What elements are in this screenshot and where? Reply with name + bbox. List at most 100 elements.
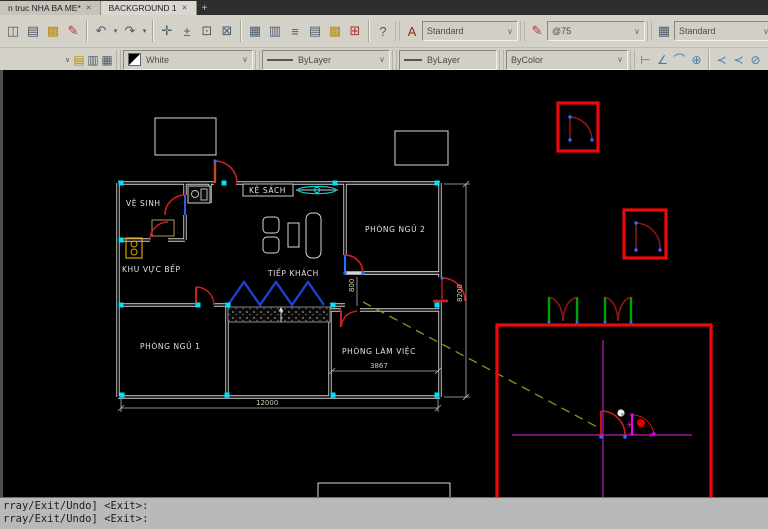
layer-isolate-icon[interactable]: ▦ — [100, 49, 114, 71]
undo-icon[interactable]: ↶ — [91, 20, 111, 42]
table-icon[interactable]: ▦ — [245, 20, 265, 42]
markup-icon[interactable]: ▤ — [305, 20, 325, 42]
room-label-phong-ngu-2: PHÒNG NGỦ 2 — [365, 224, 426, 234]
color-swatch — [128, 53, 141, 66]
zoom-previous-icon[interactable]: ⊠ — [217, 20, 237, 42]
text-style-combo[interactable]: Standard ∨ — [422, 21, 518, 41]
redo-icon[interactable]: ↷ — [120, 20, 140, 42]
dim-edit-icon[interactable]: ≺ — [713, 50, 730, 70]
room-label-phong-ngu-1: PHÒNG NGỦ 1 — [140, 341, 201, 351]
drawing-canvas[interactable]: KỆ SÁCH — [0, 70, 768, 497]
redo-dropdown-icon[interactable]: ▾ — [140, 27, 149, 35]
toolbar-grip[interactable] — [499, 50, 504, 70]
dim-text-8200: 8200 — [456, 284, 464, 302]
paste-icon[interactable]: ▤ — [23, 20, 43, 42]
layer-combo-chevron-icon[interactable]: ∨ — [63, 56, 72, 64]
file-tab-label: n truc NHA BA ME* — [8, 3, 81, 13]
lineweight-combo[interactable]: ByLayer — [399, 50, 497, 70]
plot-style-combo[interactable]: ByColor ∨ — [506, 50, 628, 70]
file-tab-bar: n truc NHA BA ME* ✕ BACKGROUND 1 ✕ + — [0, 0, 768, 15]
tab-close-icon[interactable]: ✕ — [182, 4, 188, 12]
bookshelf-label-box: KỆ SÁCH — [243, 184, 293, 196]
table-style-icon[interactable]: ▦ — [654, 20, 674, 42]
toolbar-grip[interactable] — [255, 50, 260, 70]
toolbar-grip[interactable] — [520, 21, 525, 41]
chevron-down-icon: ∨ — [612, 55, 623, 64]
dim-text-edit-icon[interactable]: ≺ — [730, 50, 747, 70]
svg-text:✳: ✳ — [626, 420, 634, 430]
autocad-window: n truc NHA BA ME* ✕ BACKGROUND 1 ✕ + ◫ ▤… — [0, 0, 768, 529]
linetype-swatch — [267, 59, 293, 61]
dim-style-icon[interactable]: ✎ — [527, 20, 547, 42]
dim-override-icon[interactable]: ⊘ — [747, 50, 764, 70]
command-history-line: rray/Exit/Undo] <Exit>: — [3, 500, 768, 513]
linetype-combo[interactable]: ByLayer ∨ — [262, 50, 390, 70]
dim-text-3867: 3867 — [370, 362, 388, 370]
copy-icon[interactable]: ◫ — [3, 20, 23, 42]
table-style-value: Standard — [679, 26, 716, 36]
room-label-phong-lam-viec: PHÒNG LÀM VIỆC — [342, 347, 416, 356]
toolbar-grip[interactable] — [647, 21, 652, 41]
washer-symbol — [188, 186, 210, 203]
window-symbol — [296, 186, 338, 193]
separator — [86, 20, 88, 42]
standard-toolbar: ◫ ▤ ▩ ✎ ↶ ▾ ↷ ▾ ✛ ± ⊡ ⊠ ▦ ▥ ≡ ▤ ▩ ⊞ ? A … — [0, 15, 768, 48]
file-tab-label: BACKGROUND 1 — [109, 3, 177, 13]
sheet-set-icon[interactable]: ▥ — [265, 20, 285, 42]
chevron-down-icon: ∨ — [758, 27, 768, 36]
chevron-down-icon: ∨ — [502, 27, 513, 36]
properties-icon[interactable]: ≡ — [285, 20, 305, 42]
tab-close-icon[interactable]: ✕ — [86, 4, 92, 12]
zoom-realtime-icon[interactable]: ± — [177, 20, 197, 42]
separator — [368, 20, 370, 42]
chevron-down-icon: ∨ — [629, 27, 640, 36]
table-style-combo[interactable]: Standard ∨ — [674, 21, 768, 41]
lineweight-swatch — [404, 59, 422, 61]
text-style-icon[interactable]: A — [402, 20, 422, 42]
properties-toolbar: ∨ ▤ ▥ ▦ White ∨ ByLayer ∨ ByLayer ByColo… — [0, 48, 768, 72]
new-tab-button[interactable]: + — [197, 1, 213, 15]
file-tab-nha-ba-me[interactable]: n truc NHA BA ME* ✕ — [0, 1, 101, 15]
help-icon[interactable]: ? — [373, 20, 393, 42]
chevron-down-icon: ∨ — [374, 55, 385, 64]
dim-angular-icon[interactable]: ∠ — [654, 50, 671, 70]
dim-style-combo[interactable]: @75 ∨ — [547, 21, 645, 41]
hatched-wall — [228, 307, 330, 322]
lineweight-value: ByLayer — [427, 55, 460, 65]
linetype-value: ByLayer — [298, 55, 331, 65]
match-properties-icon[interactable]: ✎ — [63, 20, 83, 42]
room-label-khu-vuc-bep: KHU VỰC BẾP — [122, 264, 181, 274]
undo-dropdown-icon[interactable]: ▾ — [111, 27, 120, 35]
room-label-ke-sach: KỆ SÁCH — [249, 186, 286, 195]
cursor-dot[interactable] — [617, 409, 624, 416]
toolbar-grip[interactable] — [630, 50, 635, 70]
separator — [240, 20, 242, 42]
color-value: White — [146, 55, 169, 65]
layer-state-icon[interactable]: ▥ — [86, 49, 100, 71]
file-tab-background1[interactable]: BACKGROUND 1 ✕ — [101, 1, 197, 15]
layer-previous-icon[interactable]: ▤ — [72, 49, 86, 71]
command-line[interactable]: rray/Exit/Undo] <Exit>: rray/Exit/Undo] … — [0, 497, 768, 529]
color-control-combo[interactable]: White ∨ — [123, 50, 253, 70]
room-label-tiep-khach: TIẾP KHÁCH — [267, 268, 319, 278]
copy-with-props-icon[interactable]: ▩ — [43, 20, 63, 42]
toolbar-grip[interactable] — [395, 21, 400, 41]
toolbar-grip[interactable] — [392, 50, 397, 70]
toolbar-grip[interactable] — [116, 50, 121, 70]
quick-calc-icon[interactable]: ⊞ — [345, 20, 365, 42]
command-prompt-line: rray/Exit/Undo] <Exit>: — [3, 513, 768, 526]
separator — [152, 20, 154, 42]
dim-arc-icon[interactable]: ⌒ — [671, 50, 688, 70]
layer-translate-icon[interactable]: ▩ — [325, 20, 345, 42]
canvas-left-edge — [0, 70, 3, 497]
dim-text-800: 800 — [348, 279, 356, 292]
plot-style-value: ByColor — [511, 55, 543, 65]
zoom-window-icon[interactable]: ⊡ — [197, 20, 217, 42]
room-label-ve-sinh: VỆ SINH — [126, 199, 161, 208]
dim-center-icon[interactable]: ⊕ — [688, 50, 705, 70]
pan-icon[interactable]: ✛ — [157, 20, 177, 42]
dim-text-12000: 12000 — [256, 399, 278, 407]
separator — [708, 49, 710, 71]
dim-linear-icon[interactable]: ⊢ — [637, 50, 654, 70]
chevron-down-icon: ∨ — [237, 55, 248, 64]
